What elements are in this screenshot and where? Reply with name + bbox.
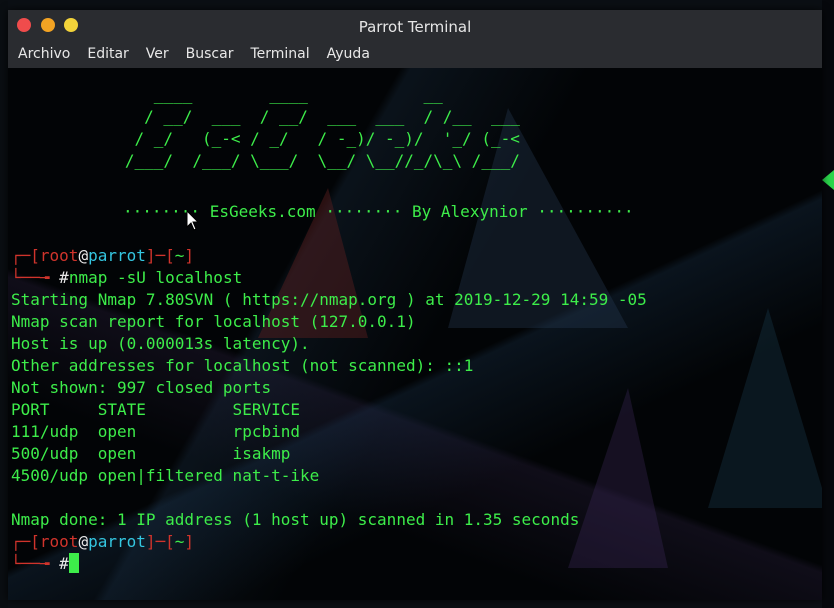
prompt-at: @ bbox=[78, 532, 89, 551]
terminal-area[interactable]: ____ ____ __ / __/ ___ / __/ ___ ___ / /… bbox=[8, 68, 822, 600]
wallpaper-shape bbox=[568, 388, 668, 568]
prompt-host: parrot bbox=[88, 246, 146, 265]
banner-dots: ········ bbox=[325, 202, 403, 221]
banner-dots: ·········· bbox=[537, 202, 634, 221]
banner-site: EsGeeks.com bbox=[209, 202, 316, 221]
output-line: 500/udp open isakmp bbox=[11, 444, 291, 463]
menu-terminal[interactable]: Terminal bbox=[250, 42, 317, 68]
output-line: Nmap scan report for localhost (127.0.0.… bbox=[11, 312, 416, 331]
command-text: nmap -sU localhost bbox=[68, 268, 243, 287]
output-line: 111/udp open rpcbind bbox=[11, 422, 300, 441]
prompt-line: ┌─[root@parrot]─[~] bbox=[11, 532, 195, 551]
prompt-dir: ~ bbox=[174, 532, 185, 551]
desktop-background-right bbox=[822, 0, 834, 608]
text-cursor bbox=[68, 553, 79, 573]
menu-bar: Archivo Editar Ver Buscar Terminal Ayuda bbox=[8, 42, 822, 68]
prompt-at: @ bbox=[78, 246, 89, 265]
menu-archivo[interactable]: Archivo bbox=[18, 42, 78, 68]
prompt-symbol: # bbox=[59, 554, 69, 573]
banner-author: By Alexynior bbox=[412, 202, 528, 221]
desktop-background-left bbox=[0, 0, 8, 608]
output-line: Nmap done: 1 IP address (1 host up) scan… bbox=[11, 510, 580, 529]
wallpaper-shape bbox=[708, 308, 822, 508]
input-line[interactable]: └──╼ # bbox=[11, 553, 79, 575]
prompt-host: parrot bbox=[88, 532, 146, 551]
prompt-dir: ~ bbox=[174, 246, 185, 265]
terminal-window: Parrot Terminal Archivo Editar Ver Busca… bbox=[8, 10, 822, 600]
output-line: PORT STATE SERVICE bbox=[11, 400, 300, 419]
command-line: └──╼ #nmap -sU localhost bbox=[11, 268, 243, 287]
output-line: Starting Nmap 7.80SVN ( https://nmap.org… bbox=[11, 290, 647, 309]
prompt-line: ┌─[root@parrot]─[~] bbox=[11, 246, 195, 265]
menu-editar[interactable]: Editar bbox=[87, 42, 136, 68]
prompt-user: root bbox=[39, 246, 79, 265]
prompt-symbol: # bbox=[59, 268, 69, 287]
menu-ver[interactable]: Ver bbox=[146, 42, 177, 68]
prompt-user: root bbox=[39, 532, 79, 551]
ascii-banner: ____ ____ __ / __/ ___ / __/ ___ ___ / /… bbox=[124, 85, 520, 170]
menu-ayuda[interactable]: Ayuda bbox=[327, 42, 378, 68]
output-line: Not shown: 997 closed ports bbox=[11, 378, 272, 397]
window-title: Parrot Terminal bbox=[358, 18, 472, 36]
output-line: Other addresses for localhost (not scann… bbox=[11, 356, 474, 375]
menu-buscar[interactable]: Buscar bbox=[186, 42, 242, 68]
title-bar[interactable]: Parrot Terminal bbox=[8, 10, 822, 42]
output-line: Host is up (0.000013s latency). bbox=[11, 334, 310, 353]
output-line: 4500/udp open|filtered nat-t-ike bbox=[11, 466, 320, 485]
